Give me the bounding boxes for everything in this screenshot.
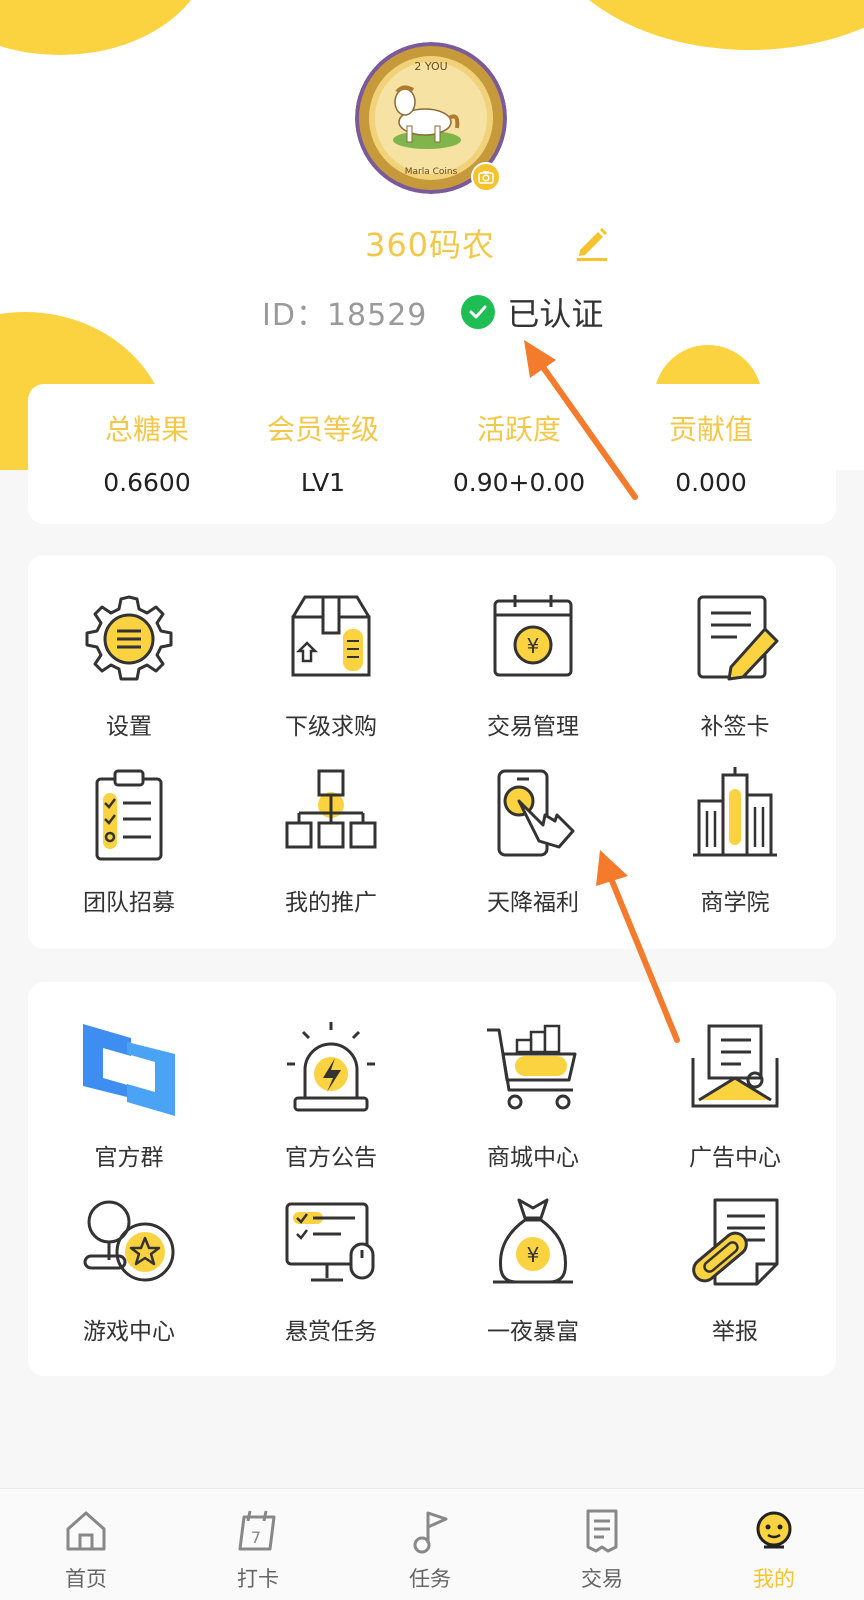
bottom-tab-bar: 首页 7 打卡 任务 交易 我的 [0, 1488, 864, 1600]
alarm-light-icon [287, 1022, 375, 1112]
cart-icon [487, 1024, 577, 1110]
profile-face-icon [756, 1511, 792, 1549]
tab-label: 我的 [753, 1567, 795, 1591]
stat-contribution[interactable]: 贡献值 0.000 [616, 384, 806, 497]
tab-task[interactable]: 任务 [344, 1489, 516, 1600]
menu-item-business-school[interactable]: 商学院 [634, 765, 836, 945]
svg-text:7: 7 [251, 1528, 261, 1547]
user-id: ID：18529 [262, 298, 428, 333]
avatar-text-top: 2 YOU [414, 60, 447, 73]
stat-total-candy[interactable]: 总糖果 0.6600 [52, 384, 242, 497]
menu-item-label: 补签卡 [700, 714, 770, 740]
stat-value: 0.6600 [103, 468, 191, 497]
menu-item-label: 商学院 [700, 890, 770, 916]
verified-text: 已认证 [507, 295, 604, 333]
id-row: ID：18529 已认证 [262, 290, 603, 334]
menu-item-makeup-card[interactable]: 补签卡 [634, 589, 836, 769]
yuan-calendar-icon: ¥ [493, 595, 573, 677]
camera-icon[interactable] [471, 162, 501, 192]
stat-activity[interactable]: 活跃度 0.90+0.00 [424, 384, 614, 497]
menu-item-my-promotion[interactable]: 我的推广 [230, 765, 432, 945]
menu-item-sub-purchase[interactable]: 下级求购 [230, 589, 432, 769]
money-bag-icon: ¥ [493, 1198, 573, 1284]
game-coin-icon [83, 1200, 175, 1282]
tab-label: 任务 [409, 1567, 451, 1591]
task-flag-icon [413, 1511, 448, 1554]
menu-item-ad-center[interactable]: 广告中心 [634, 1020, 836, 1200]
note-pencil-icon [697, 595, 779, 681]
svg-text:¥: ¥ [527, 634, 540, 658]
org-chart-icon [285, 769, 377, 849]
decor-blob-top-left [0, 0, 210, 55]
stats-card: 总糖果 0.6600 会员等级 LV1 活跃度 0.90+0.00 贡献值 0.… [28, 384, 836, 524]
building-icon [693, 767, 777, 857]
menu-item-settings[interactable]: 设置 [28, 589, 230, 769]
calendar-checkin-icon: 7 [238, 1510, 276, 1551]
menu-item-sky-welfare[interactable]: 天降福利 [432, 765, 634, 945]
menu-item-label: 我的推广 [285, 890, 377, 916]
menu-item-label: 天降福利 [487, 890, 579, 916]
stat-value: LV1 [300, 468, 346, 497]
home-icon [66, 1511, 106, 1551]
stat-value: 0.000 [675, 468, 747, 497]
menu-item-team-recruit[interactable]: 团队招募 [28, 765, 230, 945]
envelope-icon [691, 1024, 779, 1108]
avatar[interactable]: 2 YOU Marla Coins [355, 42, 507, 194]
stat-label: 活跃度 [476, 413, 561, 446]
menu-item-official-group[interactable]: 官方群 [28, 1020, 230, 1200]
avatar-text-bottom: Marla Coins [405, 167, 458, 177]
stat-member-level[interactable]: 会员等级 LV1 [228, 384, 418, 497]
stat-label: 会员等级 [266, 413, 379, 446]
stat-value: 0.90+0.00 [452, 468, 586, 497]
check-circle-icon [461, 295, 496, 329]
menu-item-reward-task[interactable]: 悬赏任务 [230, 1194, 432, 1374]
menu-item-label: 游戏中心 [83, 1319, 175, 1345]
tab-checkin[interactable]: 7 打卡 [172, 1489, 344, 1600]
nickname: 360码农 [364, 226, 496, 264]
receipt-icon [586, 1509, 618, 1553]
menu-item-overnight-rich[interactable]: ¥ 一夜暴富 [432, 1194, 634, 1374]
clipboard-icon [95, 769, 163, 861]
stat-label: 贡献值 [668, 413, 753, 446]
menu-item-label: 交易管理 [487, 714, 579, 740]
menu-item-label: 一夜暴富 [487, 1319, 579, 1345]
gear-icon [85, 595, 173, 681]
menu-card-primary: 设置 下级求购 ¥ 交易管理 补签卡 团队招募 我的推广 天降福利 商学院 [28, 555, 836, 949]
group-logo-icon [83, 1024, 175, 1116]
menu-item-trade-manage[interactable]: ¥ 交易管理 [432, 589, 634, 769]
package-icon [291, 595, 371, 677]
phone-tap-icon [497, 769, 575, 857]
verified-badge: 已认证 [461, 289, 603, 335]
menu-item-report[interactable]: 举报 [634, 1194, 836, 1374]
menu-item-label: 下级求购 [285, 714, 377, 740]
menu-card-secondary: 官方群 官方公告 商城中心 广告中心 游戏中心 悬赏任务 ¥ 一夜暴富 举报 [28, 982, 836, 1376]
tab-label: 交易 [581, 1567, 623, 1591]
menu-item-official-notice[interactable]: 官方公告 [230, 1020, 432, 1200]
decor-blob-top-right [540, 0, 864, 50]
tab-home[interactable]: 首页 [0, 1489, 172, 1600]
tab-mine[interactable]: 我的 [688, 1489, 860, 1600]
menu-item-mall[interactable]: 商城中心 [432, 1020, 634, 1200]
tab-trade[interactable]: 交易 [516, 1489, 688, 1600]
report-clip-icon [692, 1198, 779, 1286]
menu-item-label: 举报 [712, 1319, 758, 1345]
menu-item-game-center[interactable]: 游戏中心 [28, 1194, 230, 1374]
stat-label: 总糖果 [104, 413, 189, 446]
menu-item-label: 团队招募 [83, 890, 175, 916]
tab-label: 首页 [65, 1567, 107, 1591]
monitor-task-icon [285, 1202, 375, 1282]
menu-item-label: 悬赏任务 [285, 1319, 377, 1345]
tab-label: 打卡 [237, 1567, 279, 1591]
svg-text:¥: ¥ [527, 1243, 540, 1267]
edit-icon[interactable] [572, 222, 612, 262]
menu-item-label: 官方公告 [285, 1145, 377, 1171]
menu-item-label: 设置 [106, 714, 152, 740]
menu-item-label: 商城中心 [487, 1145, 579, 1171]
menu-item-label: 广告中心 [689, 1145, 781, 1171]
menu-item-label: 官方群 [94, 1145, 164, 1171]
